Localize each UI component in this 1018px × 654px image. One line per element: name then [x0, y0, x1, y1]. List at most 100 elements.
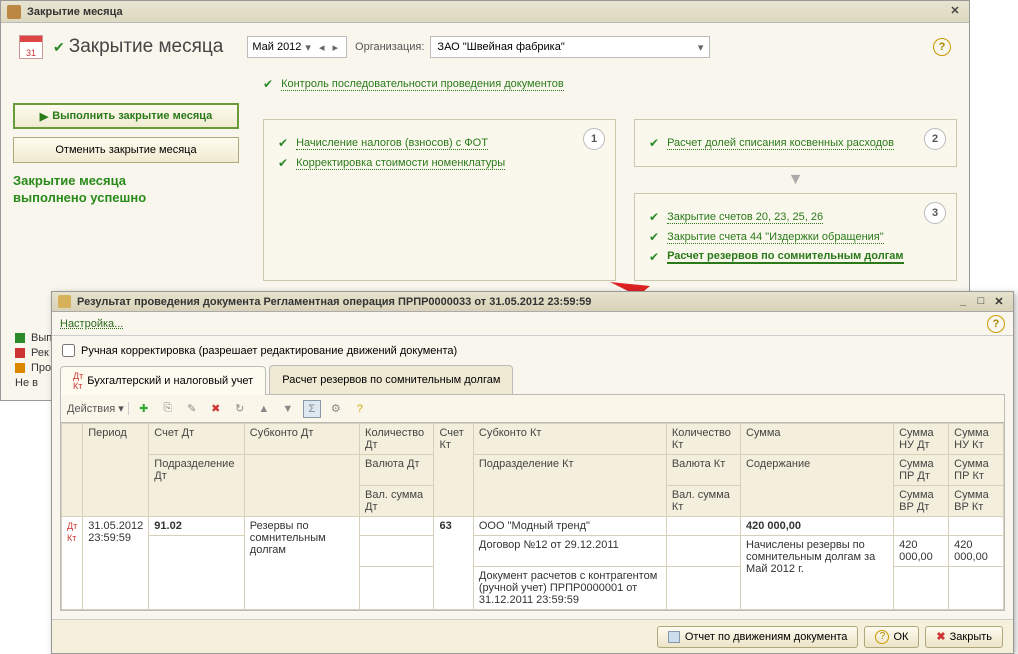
- add-icon[interactable]: ✚: [135, 400, 153, 418]
- org-value: ЗАО "Швейная фабрика": [437, 41, 564, 53]
- close-button[interactable]: ✖ Закрыть: [925, 626, 1003, 648]
- control-link[interactable]: Контроль последовательности проведения д…: [281, 78, 564, 91]
- cell-sub-kt1: ООО "Модный тренд": [473, 517, 666, 536]
- down-icon[interactable]: ▼: [279, 400, 297, 418]
- play-icon: ▶: [40, 110, 48, 123]
- help-icon[interactable]: ?: [351, 400, 369, 418]
- legend-done-icon: [15, 333, 25, 343]
- report-button[interactable]: Отчет по движениям документа: [657, 626, 859, 648]
- settings-bar: Настройка... ?: [52, 312, 1013, 336]
- help-icon[interactable]: ?: [933, 38, 951, 56]
- copy-icon[interactable]: ⎘: [159, 400, 177, 418]
- check-icon: ✔: [649, 230, 659, 244]
- grid[interactable]: Период Счет Дт Субконто Дт Количество Дт…: [60, 422, 1005, 611]
- org-label: Организация:: [355, 41, 424, 53]
- period-prev-icon[interactable]: ◂: [315, 41, 329, 54]
- step-2-block: 2 ✔ Расчет долей списания косвенных расх…: [634, 119, 957, 167]
- step-2-badge: 2: [924, 128, 946, 150]
- table-row[interactable]: Договор №12 от 29.12.2011 Начислены резе…: [62, 536, 1004, 567]
- cell-sub-kt2: Договор №12 от 29.12.2011: [473, 536, 666, 567]
- dtkt-icon: ДтКт: [67, 521, 77, 543]
- up-icon[interactable]: ▲: [255, 400, 273, 418]
- legend-req-icon: [15, 363, 25, 373]
- cell-content: Начислены резервы по сомнительным долгам…: [740, 536, 893, 610]
- result-titlebar: Результат проведения документа Регламент…: [52, 292, 1013, 312]
- refresh-icon[interactable]: ↻: [231, 400, 249, 418]
- result-footer: Отчет по движениям документа ? ОК ✖ Закр…: [52, 619, 1013, 653]
- manual-edit-checkbox[interactable]: [62, 344, 75, 357]
- delete-icon[interactable]: ✖: [207, 400, 225, 418]
- check-icon: ✔: [649, 210, 659, 224]
- question-icon: ?: [875, 630, 889, 644]
- step-3-block: 3 ✔ Закрытие счетов 20, 23, 25, 26 ✔ Зак…: [634, 193, 957, 281]
- main-titlebar: Закрытие месяца ✕: [1, 1, 969, 23]
- close-icon[interactable]: ✕: [991, 295, 1007, 309]
- tab-reserves[interactable]: Расчет резервов по сомнительным долгам: [269, 365, 513, 394]
- period-next-icon[interactable]: ▸: [328, 41, 342, 54]
- grid-toolbar: Действия ▾ ✚ ⎘ ✎ ✖ ↻ ▲ ▼ Σ ⚙ ?: [60, 394, 1005, 422]
- right-column: ✔ Контроль последовательности проведения…: [239, 71, 957, 281]
- col-acct-kt: Счет Кт: [434, 424, 473, 517]
- cell-acct-dt: 91.02: [149, 517, 245, 536]
- maximize-icon[interactable]: □: [973, 295, 989, 309]
- close-x-icon: ✖: [936, 630, 945, 643]
- cell-sum: 420 000,00: [740, 517, 893, 536]
- col-sum-pr-kt: Сумма ПР Кт: [949, 455, 1004, 486]
- cancel-button[interactable]: Отменить закрытие месяца: [13, 137, 239, 163]
- col-qty-kt: Количество Кт: [666, 424, 740, 455]
- tax-link[interactable]: Начисление налогов (взносов) с ФОТ: [296, 137, 488, 150]
- cell-sub-dt: Резервы по сомнительным долгам: [244, 517, 359, 610]
- manual-edit-label: Ручная корректировка (разрешает редактир…: [81, 345, 457, 357]
- period-select[interactable]: Май 2012 ▾ ◂ ▸: [247, 36, 347, 58]
- calendar-icon: 31: [19, 35, 43, 59]
- chevron-down-icon[interactable]: ▾: [698, 41, 704, 54]
- settings-icon[interactable]: ⚙: [327, 400, 345, 418]
- status-text: Закрытие месяца выполнено успешно: [13, 173, 239, 207]
- main-body: ▶ Выполнить закрытие месяца Отменить зак…: [1, 67, 969, 321]
- cell-acct-kt: 63: [434, 517, 473, 610]
- step-1-block: 1 ✔ Начисление налогов (взносов) с ФОТ ✔…: [263, 119, 616, 281]
- org-select[interactable]: ЗАО "Швейная фабрика" ▾: [430, 36, 710, 58]
- check-icon: ✔: [278, 156, 288, 170]
- col-period: Период: [83, 424, 149, 517]
- col-val-dt: Валюта Дт: [360, 455, 434, 486]
- col-podr-kt: Подразделение Кт: [473, 455, 666, 517]
- window-icon: [7, 5, 21, 19]
- table-row[interactable]: ДтКт 31.05.2012 23:59:59 91.02 Резервы п…: [62, 517, 1004, 536]
- check-icon: ✔: [53, 39, 65, 56]
- result-title: Результат проведения документа Регламент…: [77, 296, 953, 308]
- cost-correction-link[interactable]: Корректировка стоимости номенклатуры: [296, 157, 505, 170]
- col-content: Содержание: [740, 455, 893, 517]
- close-icon[interactable]: ✕: [947, 4, 963, 20]
- execute-button[interactable]: ▶ Выполнить закрытие месяца: [13, 103, 239, 129]
- step-3-badge: 3: [924, 202, 946, 224]
- sigma-icon[interactable]: Σ: [303, 400, 321, 418]
- col-valsum-dt: Вал. сумма Дт: [360, 486, 434, 517]
- col-valsum-kt: Вал. сумма Кт: [666, 486, 740, 517]
- header-row: 31 ✔ Закрытие месяца Май 2012 ▾ ◂ ▸ Орга…: [1, 23, 969, 67]
- check-icon: ✔: [649, 250, 659, 264]
- actions-menu[interactable]: Действия ▾: [67, 402, 129, 415]
- tab-accounting[interactable]: ДтКт Бухгалтерский и налоговый учет: [60, 366, 266, 395]
- reserves-link[interactable]: Расчет резервов по сомнительным долгам: [667, 250, 904, 264]
- legend-rec-icon: [15, 348, 25, 358]
- settings-link[interactable]: Настройка...: [60, 318, 123, 330]
- col-val-kt: Валюта Кт: [666, 455, 740, 486]
- cell-sum-nu-dt: 420 000,00: [894, 536, 949, 567]
- help-icon[interactable]: ?: [987, 315, 1005, 333]
- ok-button[interactable]: ? ОК: [864, 626, 919, 648]
- col-sub-kt: Субконто Кт: [473, 424, 666, 455]
- left-column: ▶ Выполнить закрытие месяца Отменить зак…: [13, 71, 239, 281]
- col-sum-nu-dt: Сумма НУ Дт: [894, 424, 949, 455]
- minimize-icon[interactable]: _: [955, 295, 971, 309]
- close-44-link[interactable]: Закрытие счета 44 "Издержки обращения": [667, 231, 884, 244]
- col-sum: Сумма: [740, 424, 893, 455]
- period-dropdown-icon[interactable]: ▾: [301, 41, 315, 54]
- col-qty-dt: Количество Дт: [360, 424, 434, 455]
- edit-icon[interactable]: ✎: [183, 400, 201, 418]
- close-20-link[interactable]: Закрытие счетов 20, 23, 25, 26: [667, 211, 823, 224]
- result-window: Результат проведения документа Регламент…: [51, 291, 1014, 654]
- indirect-costs-link[interactable]: Расчет долей списания косвенных расходов: [667, 137, 894, 150]
- window-title: Закрытие месяца: [27, 6, 947, 18]
- step-1-badge: 1: [583, 128, 605, 150]
